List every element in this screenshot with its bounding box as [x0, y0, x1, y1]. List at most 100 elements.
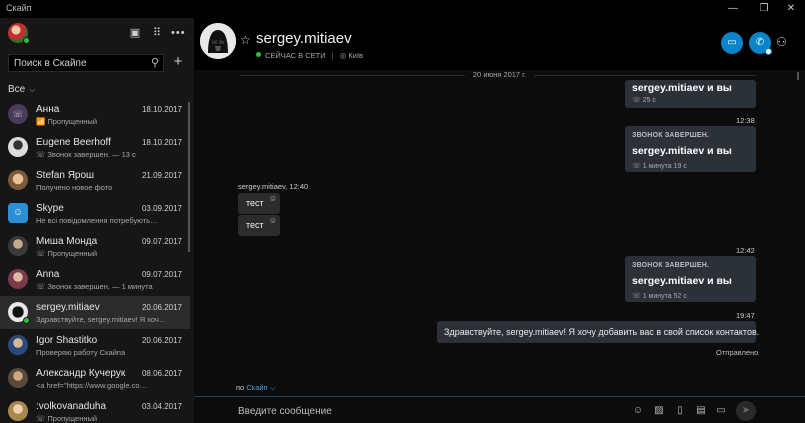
- chat-date: 21.09.2017: [141, 171, 182, 180]
- minimize-button[interactable]: —: [719, 0, 747, 18]
- delivery-status: Отправлено: [716, 348, 759, 357]
- call-ended-card: ЗВОНОК ЗАВЕРШЕН. sergey.mitiaev и вы ☏ 1…: [625, 256, 756, 302]
- message-text: тест: [246, 220, 264, 230]
- call-participants: sergey.mitiaev и вы: [632, 275, 732, 287]
- chevron-down-icon: ⌵: [29, 85, 36, 94]
- online-status-dot: [256, 52, 261, 57]
- add-person-icon[interactable]: ⚇: [776, 35, 787, 49]
- chat-item-skype[interactable]: ☺ Skype 03.09.2017 Не всі повідомлення п…: [0, 197, 190, 230]
- incoming-message[interactable]: тест ☺: [238, 215, 280, 236]
- chevron-down-icon: ⌵: [269, 383, 276, 392]
- chat-item-igor-shastitko[interactable]: Igor Shastitko 20.06.2017 Проверяю работ…: [0, 329, 190, 362]
- audio-call-button[interactable]: ✆: [749, 32, 772, 55]
- app-title: Скайп: [6, 3, 32, 13]
- sidebar: ▣ ⠿ ••• ⚲ + Все⌵ ☏ Анна 18.10.2017 📶Проп…: [0, 18, 194, 423]
- conversation-header: ☆ sergey.mitiaev СЕЙЧАС В СЕТИ | ◎ Київ …: [194, 18, 805, 70]
- emoji-react-icon[interactable]: ☺: [269, 194, 277, 203]
- sidebar-top-bar: ▣ ⠿ •••: [0, 18, 194, 48]
- conversation-pane: ☆ sergey.mitiaev СЕЙЧАС В СЕТИ | ◎ Київ …: [194, 18, 805, 423]
- chat-date: 09.07.2017: [141, 270, 182, 279]
- outgoing-message[interactable]: Здравствуйте, sergey.mitiaev! Я хочу доб…: [437, 321, 760, 343]
- avatar: [8, 368, 28, 388]
- chat-name: Анна: [36, 104, 60, 115]
- file-icon[interactable]: ▯: [673, 405, 687, 417]
- message-text: Здравствуйте, sergey.mitiaev! Я хочу доб…: [444, 327, 760, 337]
- phone-icon: ☏: [632, 163, 643, 170]
- filter-label: Все: [8, 84, 26, 95]
- location-text: Київ: [348, 51, 364, 60]
- chat-item-volkovanaduha[interactable]: :volkovanaduha 03.04.2017 ☏ Пропущенный: [0, 395, 190, 423]
- send-arrow-icon: ➤: [741, 405, 751, 416]
- video-message-icon[interactable]: ▭: [714, 405, 728, 417]
- darth-vader-icon: [200, 23, 236, 59]
- chat-date: 08.06.2017: [141, 369, 182, 378]
- message-time: 12:42: [736, 246, 755, 255]
- incoming-message[interactable]: тест ☺: [238, 193, 280, 214]
- image-icon[interactable]: ▨: [652, 405, 666, 417]
- chat-filter-dropdown[interactable]: Все ⌵: [8, 84, 35, 95]
- sidebar-scrollbar[interactable]: [188, 102, 190, 252]
- missed-call-icon: ☏: [36, 249, 46, 258]
- chat-date: 18.10.2017: [141, 105, 182, 114]
- video-camera-icon: ▭: [727, 37, 737, 48]
- chat-item-eugene-beerhoff[interactable]: Eugene Beerhoff 18.10.2017 ☏ Звонок завер…: [0, 131, 190, 164]
- chat-name: :volkovanaduha: [36, 401, 107, 412]
- avatar: [8, 269, 28, 289]
- avatar: [8, 137, 28, 157]
- phone-icon: ☏: [36, 150, 46, 159]
- message-text: тест: [246, 198, 264, 208]
- phone-icon: ☏: [36, 282, 46, 291]
- conversation-scrollbar[interactable]: [797, 72, 799, 80]
- close-button[interactable]: ✕: [777, 0, 805, 18]
- chat-date: 20.06.2017: [141, 336, 182, 345]
- via-prefix: по: [236, 383, 245, 392]
- maximize-button[interactable]: ❐: [750, 0, 778, 18]
- via-link[interactable]: Скайп: [246, 383, 267, 392]
- call-ended-title: ЗВОНОК ЗАВЕРШЕН.: [632, 132, 710, 139]
- date-separator: 20 июня 2017 г.: [194, 70, 805, 79]
- chat-name: Александр Кучерук: [36, 368, 126, 379]
- message-input[interactable]: [238, 403, 618, 419]
- chat-preview: Получено новое фото: [36, 183, 113, 192]
- chat-item-sergey-mitiaev[interactable]: sergey.mitiaev 20.06.2017 Здравствуйте, …: [0, 296, 190, 329]
- search-input[interactable]: [9, 55, 149, 71]
- chat-item-anna-cyr[interactable]: ☏ Анна 18.10.2017 📶 Пропущенный: [0, 98, 190, 131]
- message-time: 19:47: [736, 311, 755, 320]
- search-icon[interactable]: ⚲: [151, 56, 159, 69]
- chat-preview: <a href="https://www.google.co…: [36, 381, 148, 390]
- chat-item-stefan-yarosh[interactable]: Stefan Ярош 21.09.2017 Получено новое фо…: [0, 164, 190, 197]
- dialpad-icon[interactable]: ⠿: [150, 26, 164, 40]
- contact-name[interactable]: sergey.mitiaev: [256, 30, 352, 47]
- avatar: [8, 236, 28, 256]
- send-button[interactable]: ➤: [736, 401, 756, 421]
- call-participants: sergey.mitiaev и вы: [632, 82, 732, 94]
- contact-avatar[interactable]: [200, 23, 236, 59]
- online-status-dot: [23, 37, 30, 44]
- emoji-react-icon[interactable]: ☺: [269, 216, 277, 225]
- avatar: ☏: [8, 104, 28, 124]
- contact-card-icon[interactable]: ▤: [694, 405, 708, 417]
- chat-name: Anna: [36, 269, 60, 280]
- message-sender: sergey.mitiaev, 12:40: [238, 182, 309, 191]
- chat-item-aleksandr-kucheruk[interactable]: Александр Кучерук 08.06.2017 <a href="ht…: [0, 362, 190, 395]
- send-via-selector[interactable]: по Скайп ⌵: [236, 383, 275, 393]
- emoji-icon[interactable]: ☺: [631, 405, 645, 417]
- chat-item-anna-lat[interactable]: Anna 09.07.2017 ☏ Звонок завершен. — 1 ми…: [0, 263, 190, 296]
- contacts-icon[interactable]: ▣: [128, 26, 142, 40]
- chat-name: Igor Shastitko: [36, 335, 98, 346]
- chat-preview: Проверяю работу Скайпа: [36, 348, 126, 357]
- chat-preview: ☏ Звонок завершен. — 1 минута: [36, 282, 153, 291]
- avatar: [8, 335, 28, 355]
- online-status-dot: [23, 317, 30, 324]
- missed-call-icon: 📶: [36, 117, 46, 126]
- search-box: ⚲: [8, 54, 164, 72]
- more-options-icon[interactable]: •••: [171, 26, 185, 40]
- phone-icon: ☏: [632, 293, 643, 300]
- favorite-star-icon[interactable]: ☆: [240, 33, 251, 47]
- chat-item-misha-monda[interactable]: Миша Монда 09.07.2017 ☏ Пропущенный: [0, 230, 190, 263]
- video-call-button[interactable]: ▭: [721, 32, 743, 54]
- contact-status: СЕЙЧАС В СЕТИ | ◎ Київ: [256, 51, 363, 60]
- call-participants: sergey.mitiaev и вы: [632, 145, 732, 157]
- phone-icon: ☏: [632, 97, 643, 104]
- new-chat-button[interactable]: +: [170, 53, 186, 71]
